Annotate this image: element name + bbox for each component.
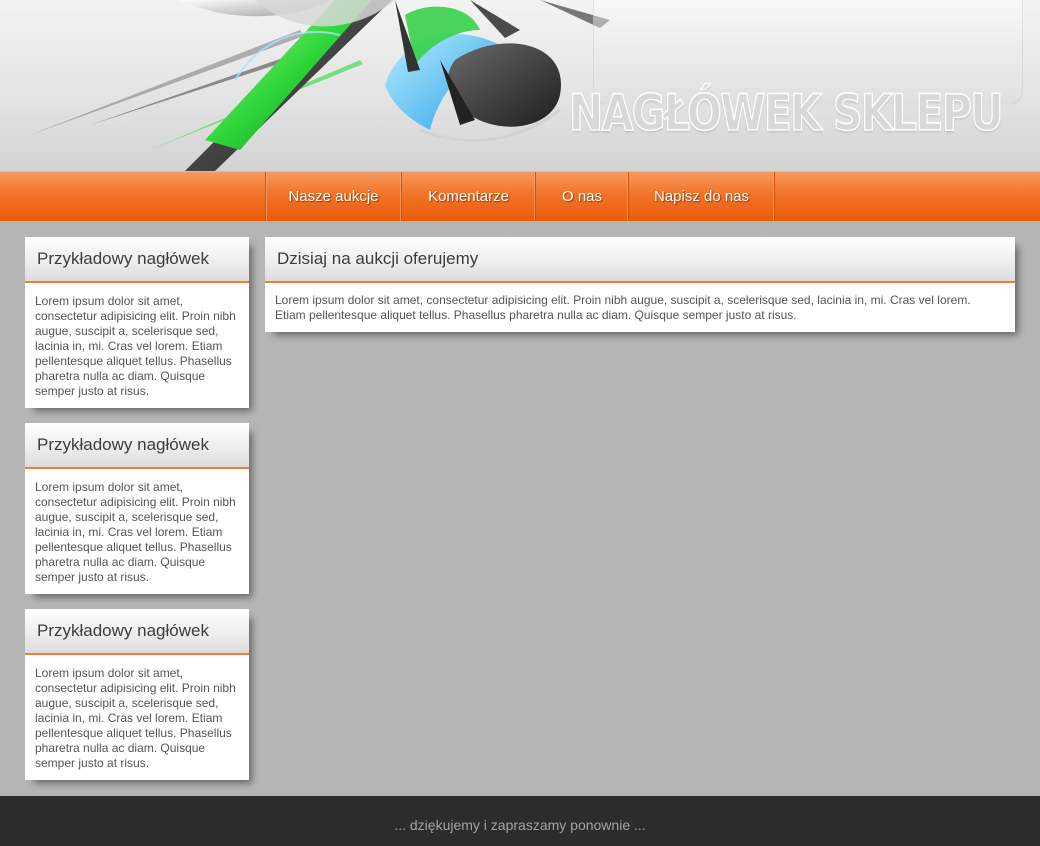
- footer-text: ... dziękujemy i zapraszamy ponownie ...: [394, 816, 646, 833]
- main-navigation: Nasze aukcje Komentarze O nas Napisz do …: [0, 171, 1040, 221]
- nav-item-komentarze[interactable]: Komentarze: [402, 172, 536, 221]
- nav-item-o-nas[interactable]: O nas: [536, 172, 629, 221]
- main-content-box: Dzisiaj na aukcji oferujemy Lorem ipsum …: [265, 237, 1015, 332]
- sidebar-box: Przykładowy nagłówek Lorem ipsum dolor s…: [25, 237, 249, 408]
- sidebar-box-text: Lorem ipsum dolor sit amet, consectetur …: [35, 480, 236, 584]
- sidebar-box: Przykładowy nagłówek Lorem ipsum dolor s…: [25, 609, 249, 780]
- page-header: NAGŁÓWEK SKLEPU: [0, 0, 1040, 171]
- nav-menu: Nasze aukcje Komentarze O nas Napisz do …: [265, 172, 775, 221]
- main-content-title: Dzisiaj na aukcji oferujemy: [265, 237, 1015, 283]
- shop-title: NAGŁÓWEK SKLEPU: [569, 83, 1005, 143]
- nav-item-napisz-do-nas[interactable]: Napisz do nas: [629, 172, 775, 221]
- sidebar-box-text: Lorem ipsum dolor sit amet, consectetur …: [35, 666, 236, 770]
- sidebar-box-text: Lorem ipsum dolor sit amet, consectetur …: [35, 294, 236, 398]
- sidebar-box-title: Przykładowy nagłówek: [25, 237, 249, 283]
- main-content-text: Lorem ipsum dolor sit amet, consectetur …: [275, 293, 971, 322]
- page-footer: ... dziękujemy i zapraszamy ponownie ...: [0, 796, 1040, 846]
- sidebar-box: Przykładowy nagłówek Lorem ipsum dolor s…: [25, 423, 249, 594]
- sidebar-box-title: Przykładowy nagłówek: [25, 423, 249, 469]
- sidebar-box-title: Przykładowy nagłówek: [25, 609, 249, 655]
- nav-item-nasze-aukcje[interactable]: Nasze aukcje: [266, 172, 402, 221]
